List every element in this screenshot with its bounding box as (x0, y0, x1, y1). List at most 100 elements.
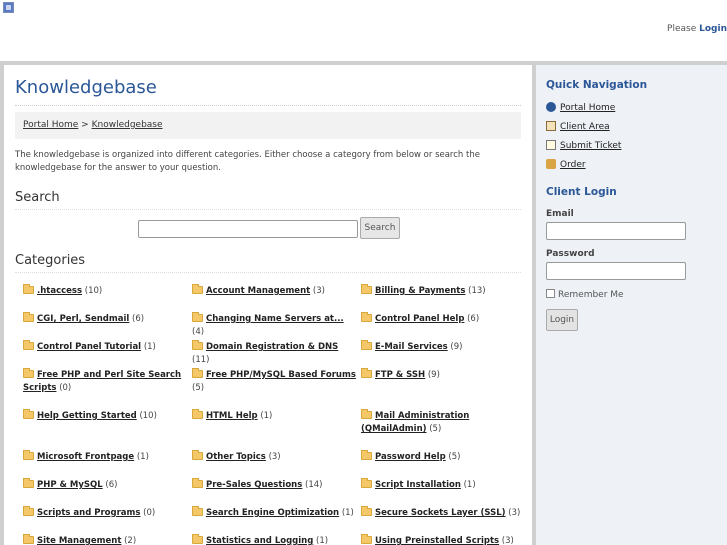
category-item[interactable]: Secure Sockets Layer (SSL) (3) (361, 506, 526, 520)
breadcrumb-separator: > (81, 120, 89, 130)
folder-icon (192, 534, 203, 544)
header-login-link[interactable]: Login (699, 24, 727, 34)
title-divider (15, 105, 521, 106)
category-item[interactable]: Password Help (5) (361, 450, 526, 464)
nav-client-area-link[interactable]: Client Area (560, 122, 610, 132)
category-item[interactable]: Script Installation (1) (361, 478, 526, 492)
category-item[interactable]: Scripts and Programs (0) (23, 506, 188, 520)
breadcrumb-knowledgebase[interactable]: Knowledgebase (92, 120, 163, 130)
folder-icon (361, 506, 372, 516)
category-link[interactable]: Changing Name Servers at... (206, 314, 344, 324)
nav-submit-ticket[interactable]: Submit Ticket (546, 140, 621, 151)
main-content: Knowledgebase Portal Home > Knowledgebas… (4, 65, 532, 545)
category-link[interactable]: Domain Registration & DNS (206, 342, 338, 352)
category-item[interactable]: E-Mail Services (9) (361, 340, 526, 354)
category-item[interactable]: PHP & MySQL (6) (23, 478, 188, 492)
nav-order-link[interactable]: Order (560, 160, 586, 170)
category-link[interactable]: Password Help (375, 452, 446, 462)
category-count: (11) (192, 355, 210, 365)
search-input[interactable] (138, 220, 358, 238)
nav-client-area[interactable]: Client Area (546, 121, 610, 132)
category-link[interactable]: Other Topics (206, 452, 266, 462)
remember-me[interactable]: Remember Me (546, 289, 624, 300)
category-link[interactable]: Pre-Sales Questions (206, 480, 302, 490)
folder-icon (23, 450, 34, 460)
category-link[interactable]: Billing & Payments (375, 286, 465, 296)
password-field[interactable] (546, 262, 686, 280)
folder-icon (192, 409, 203, 419)
category-item[interactable]: Changing Name Servers at... (4) (192, 312, 357, 339)
category-link[interactable]: E-Mail Services (375, 342, 448, 352)
folder-icon (192, 284, 203, 294)
folder-icon (361, 450, 372, 460)
category-link[interactable]: Control Panel Help (375, 314, 464, 324)
category-item[interactable]: Help Getting Started (10) (23, 409, 188, 423)
category-item[interactable]: .htaccess (10) (23, 284, 188, 298)
category-link[interactable]: CGI, Perl, Sendmail (37, 314, 129, 324)
category-item[interactable]: Mail Administration (QMailAdmin) (5) (361, 409, 526, 436)
category-item[interactable]: CGI, Perl, Sendmail (6) (23, 312, 188, 326)
category-link[interactable]: Free PHP/MySQL Based Forums (206, 370, 356, 380)
folder-icon (23, 284, 34, 294)
login-button[interactable]: Login (546, 309, 578, 331)
category-count: (0) (59, 383, 72, 393)
category-link[interactable]: Account Management (206, 286, 310, 296)
category-link[interactable]: HTML Help (206, 411, 258, 421)
category-link[interactable]: PHP & MySQL (37, 480, 103, 490)
category-link[interactable]: Using Preinstalled Scripts (375, 536, 499, 545)
folder-icon (192, 312, 203, 322)
category-link[interactable]: Secure Sockets Layer (SSL) (375, 508, 506, 518)
search-button[interactable]: Search (360, 217, 400, 239)
category-link[interactable]: Script Installation (375, 480, 461, 490)
category-count: (6) (467, 314, 480, 324)
category-count: (1) (463, 480, 476, 490)
nav-portal-home-link[interactable]: Portal Home (560, 103, 615, 113)
category-item[interactable]: Control Panel Help (6) (361, 312, 526, 326)
please-text: Please (667, 24, 697, 34)
nav-portal-home[interactable]: Portal Home (546, 102, 615, 113)
category-link[interactable]: Help Getting Started (37, 411, 137, 421)
category-link[interactable]: Control Panel Tutorial (37, 342, 141, 352)
category-link[interactable]: Search Engine Optimization (206, 508, 339, 518)
category-item[interactable]: Free PHP/MySQL Based Forums (5) (192, 368, 357, 395)
category-count: (6) (105, 480, 118, 490)
category-count: (3) (501, 536, 514, 545)
category-item[interactable]: Control Panel Tutorial (1) (23, 340, 188, 354)
category-count: (1) (316, 536, 329, 545)
breadcrumb-portal-home[interactable]: Portal Home (23, 120, 78, 130)
category-item[interactable]: Account Management (3) (192, 284, 357, 298)
folder-icon (192, 478, 203, 488)
remember-me-checkbox[interactable] (546, 289, 555, 298)
category-link[interactable]: Statistics and Logging (206, 536, 313, 545)
category-item[interactable]: Free PHP and Perl Site Search Scripts (0… (23, 368, 188, 395)
nav-submit-ticket-link[interactable]: Submit Ticket (560, 141, 621, 151)
category-link[interactable]: Site Management (37, 536, 121, 545)
category-link[interactable]: Free PHP and Perl Site Search Scripts (23, 370, 181, 393)
category-item[interactable]: Pre-Sales Questions (14) (192, 478, 357, 492)
category-item[interactable]: HTML Help (1) (192, 409, 357, 423)
site-logo-icon[interactable] (3, 2, 14, 13)
email-field[interactable] (546, 222, 686, 240)
category-link[interactable]: Scripts and Programs (37, 508, 140, 518)
category-link[interactable]: Mail Administration (QMailAdmin) (361, 411, 469, 434)
category-item[interactable]: Statistics and Logging (1) (192, 534, 357, 545)
category-count: (6) (132, 314, 145, 324)
nav-order[interactable]: Order (546, 159, 586, 170)
category-item[interactable]: Using Preinstalled Scripts (3) (361, 534, 526, 545)
category-count: (2) (124, 536, 137, 545)
folder-icon (23, 534, 34, 544)
category-item[interactable]: FTP & SSH (9) (361, 368, 526, 382)
category-item[interactable]: Other Topics (3) (192, 450, 357, 464)
category-link[interactable]: .htaccess (37, 286, 82, 296)
category-link[interactable]: Microsoft Frontpage (37, 452, 134, 462)
category-item[interactable]: Site Management (2) (23, 534, 188, 545)
category-item[interactable]: Domain Registration & DNS (11) (192, 340, 357, 367)
category-item[interactable]: Billing & Payments (13) (361, 284, 526, 298)
category-count: (0) (143, 508, 156, 518)
category-item[interactable]: Search Engine Optimization (1) (192, 506, 357, 520)
category-item[interactable]: Microsoft Frontpage (1) (23, 450, 188, 464)
folder-icon (361, 409, 372, 419)
categories-divider (15, 272, 521, 273)
folder-icon (361, 368, 372, 378)
category-link[interactable]: FTP & SSH (375, 370, 425, 380)
